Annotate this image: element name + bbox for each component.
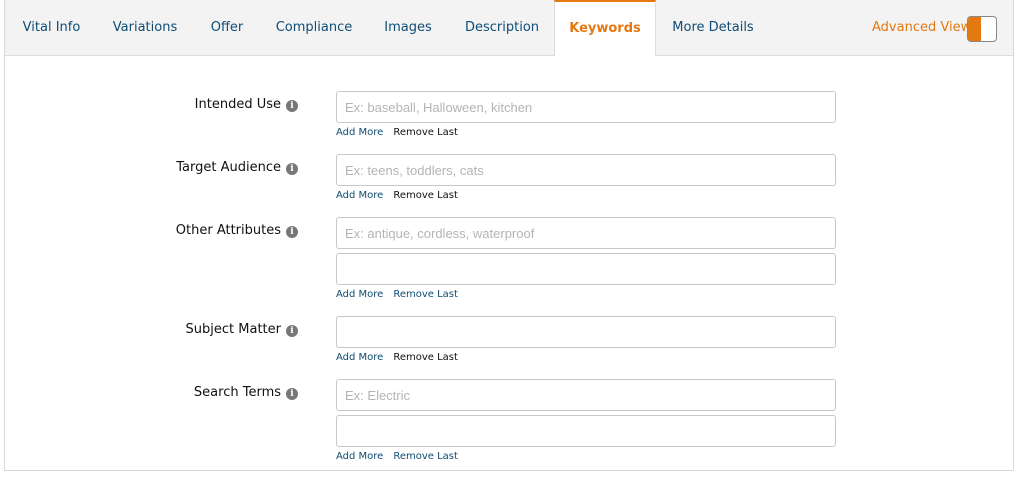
intended-use-actions: Add More Remove Last: [336, 127, 458, 138]
subject-matter-remove-last-link[interactable]: Remove Last: [393, 352, 458, 363]
intended-use-label: Intended Use i: [195, 97, 298, 112]
info-icon[interactable]: i: [286, 325, 298, 337]
intended-use-label-text: Intended Use: [194, 97, 281, 112]
other-attributes-add-more-link[interactable]: Add More: [336, 289, 383, 300]
tab-vital-info[interactable]: Vital Info: [5, 0, 98, 56]
target-audience-label: Target Audience i: [176, 160, 298, 175]
advanced-view-label: Advanced View: [872, 20, 972, 35]
info-icon[interactable]: i: [286, 226, 298, 238]
subject-matter-actions: Add More Remove Last: [336, 352, 458, 363]
subject-matter-input[interactable]: [336, 316, 836, 348]
info-icon[interactable]: i: [286, 388, 298, 400]
tab-offer[interactable]: Offer: [192, 0, 262, 56]
listing-form-panel: Vital Info Variations Offer Compliance I…: [4, 0, 1014, 471]
subject-matter-label-text: Subject Matter: [185, 322, 281, 337]
search-terms-actions: Add More Remove Last: [336, 451, 458, 462]
target-audience-add-more-link[interactable]: Add More: [336, 190, 383, 201]
target-audience-label-text: Target Audience: [176, 160, 281, 175]
other-attributes-input-1[interactable]: [336, 217, 836, 249]
search-terms-add-more-link[interactable]: Add More: [336, 451, 383, 462]
info-icon[interactable]: i: [286, 163, 298, 175]
search-terms-input-2[interactable]: [336, 415, 836, 447]
tab-images[interactable]: Images: [366, 0, 450, 56]
search-terms-input-1[interactable]: [336, 379, 836, 411]
other-attributes-remove-last-link[interactable]: Remove Last: [393, 289, 458, 300]
target-audience-input[interactable]: [336, 154, 836, 186]
info-icon[interactable]: i: [286, 100, 298, 112]
toggle-on-indicator: [968, 17, 981, 41]
tab-bar: Vital Info Variations Offer Compliance I…: [5, 0, 1013, 56]
other-attributes-label: Other Attributes i: [176, 223, 298, 238]
tab-keywords[interactable]: Keywords: [554, 0, 656, 56]
tab-compliance[interactable]: Compliance: [262, 0, 366, 56]
target-audience-remove-last-link[interactable]: Remove Last: [393, 190, 458, 201]
tab-variations[interactable]: Variations: [98, 0, 192, 56]
intended-use-add-more-link[interactable]: Add More: [336, 127, 383, 138]
tab-more-details[interactable]: More Details: [656, 0, 770, 56]
subject-matter-add-more-link[interactable]: Add More: [336, 352, 383, 363]
search-terms-label-text: Search Terms: [193, 385, 281, 400]
other-attributes-actions: Add More Remove Last: [336, 289, 458, 300]
tab-description[interactable]: Description: [450, 0, 554, 56]
advanced-view-toggle[interactable]: [967, 16, 997, 42]
search-terms-remove-last-link[interactable]: Remove Last: [393, 451, 458, 462]
search-terms-label: Search Terms i: [194, 385, 298, 400]
other-attributes-input-2[interactable]: [336, 253, 836, 285]
target-audience-actions: Add More Remove Last: [336, 190, 458, 201]
intended-use-input[interactable]: [336, 91, 836, 123]
intended-use-remove-last-link[interactable]: Remove Last: [393, 127, 458, 138]
subject-matter-label: Subject Matter i: [186, 322, 298, 337]
other-attributes-label-text: Other Attributes: [175, 223, 281, 238]
